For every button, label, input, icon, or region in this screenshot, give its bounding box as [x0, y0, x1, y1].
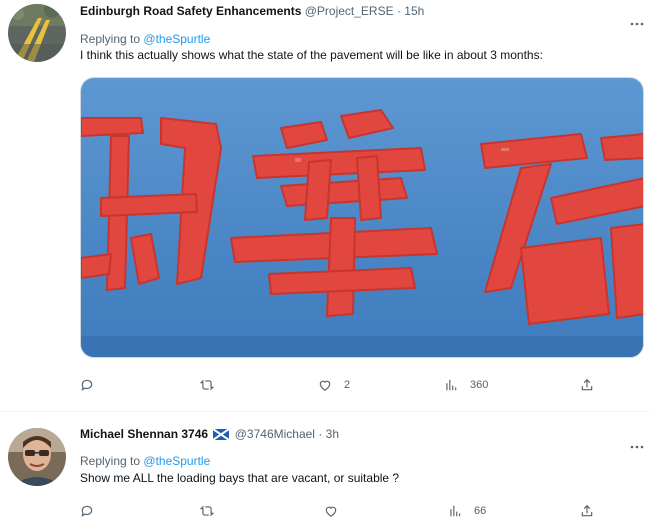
like-button[interactable]: [324, 504, 350, 518]
views-icon: [446, 379, 457, 391]
share-icon: [581, 504, 593, 517]
timestamp[interactable]: 3h: [326, 427, 339, 441]
tweet-divider: [0, 411, 650, 412]
user-handle[interactable]: @3746Michael: [235, 427, 315, 441]
like-icon: [319, 380, 331, 391]
replying-to: Replying to @theSpurtle: [80, 453, 210, 469]
mention-link[interactable]: @theSpurtle: [143, 454, 210, 468]
tweet-text: Show me ALL the loading bays that are va…: [80, 471, 400, 485]
avatar[interactable]: [8, 428, 66, 486]
person-avatar-image: [8, 428, 66, 486]
more-icon[interactable]: [630, 14, 644, 26]
replying-to: Replying to @theSpurtle: [80, 31, 210, 47]
share-button[interactable]: [580, 504, 594, 518]
separator-dot: ·: [396, 4, 401, 18]
reply-button[interactable]: [80, 378, 106, 392]
tweet-media-image[interactable]: [80, 77, 644, 358]
share-button[interactable]: [580, 378, 594, 392]
avatar[interactable]: [8, 4, 66, 62]
reply-button[interactable]: [80, 504, 106, 518]
road-avatar-image: [8, 4, 66, 62]
sign-photo: [81, 78, 643, 357]
views-button[interactable]: 66: [448, 504, 486, 518]
tweet[interactable]: Michael Shennan 3746 @3746Michael · 3h R…: [0, 413, 650, 526]
views-count: 360: [470, 379, 489, 391]
scotland-flag-icon: [213, 429, 230, 440]
like-count: 2: [344, 379, 351, 391]
share-icon: [581, 378, 593, 391]
replying-prefix: Replying to: [80, 32, 141, 46]
tweet-header: Edinburgh Road Safety Enhancements @Proj…: [80, 3, 424, 19]
timestamp[interactable]: 15h: [404, 4, 424, 18]
more-icon[interactable]: [630, 437, 644, 449]
mention-link[interactable]: @theSpurtle: [143, 32, 210, 46]
retweet-button[interactable]: [200, 378, 226, 392]
like-button[interactable]: 2: [318, 378, 350, 392]
reply-icon: [81, 379, 93, 391]
separator-dot: ·: [318, 427, 323, 441]
views-icon: [450, 505, 461, 517]
user-handle[interactable]: @Project_ERSE: [305, 4, 394, 18]
display-name[interactable]: Michael Shennan 3746: [80, 427, 208, 441]
retweet-icon: [200, 379, 214, 391]
views-count: 66: [474, 505, 487, 517]
display-name[interactable]: Edinburgh Road Safety Enhancements: [80, 4, 301, 18]
like-icon: [325, 506, 337, 517]
reply-icon: [81, 505, 93, 517]
views-button[interactable]: 360: [444, 378, 488, 392]
tweet[interactable]: Edinburgh Road Safety Enhancements @Proj…: [0, 0, 650, 412]
replying-prefix: Replying to: [80, 454, 141, 468]
tweet-text: I think this actually shows what the sta…: [80, 48, 543, 62]
tweet-header: Michael Shennan 3746 @3746Michael · 3h: [80, 426, 339, 442]
retweet-button[interactable]: [200, 504, 226, 518]
retweet-icon: [200, 505, 214, 517]
